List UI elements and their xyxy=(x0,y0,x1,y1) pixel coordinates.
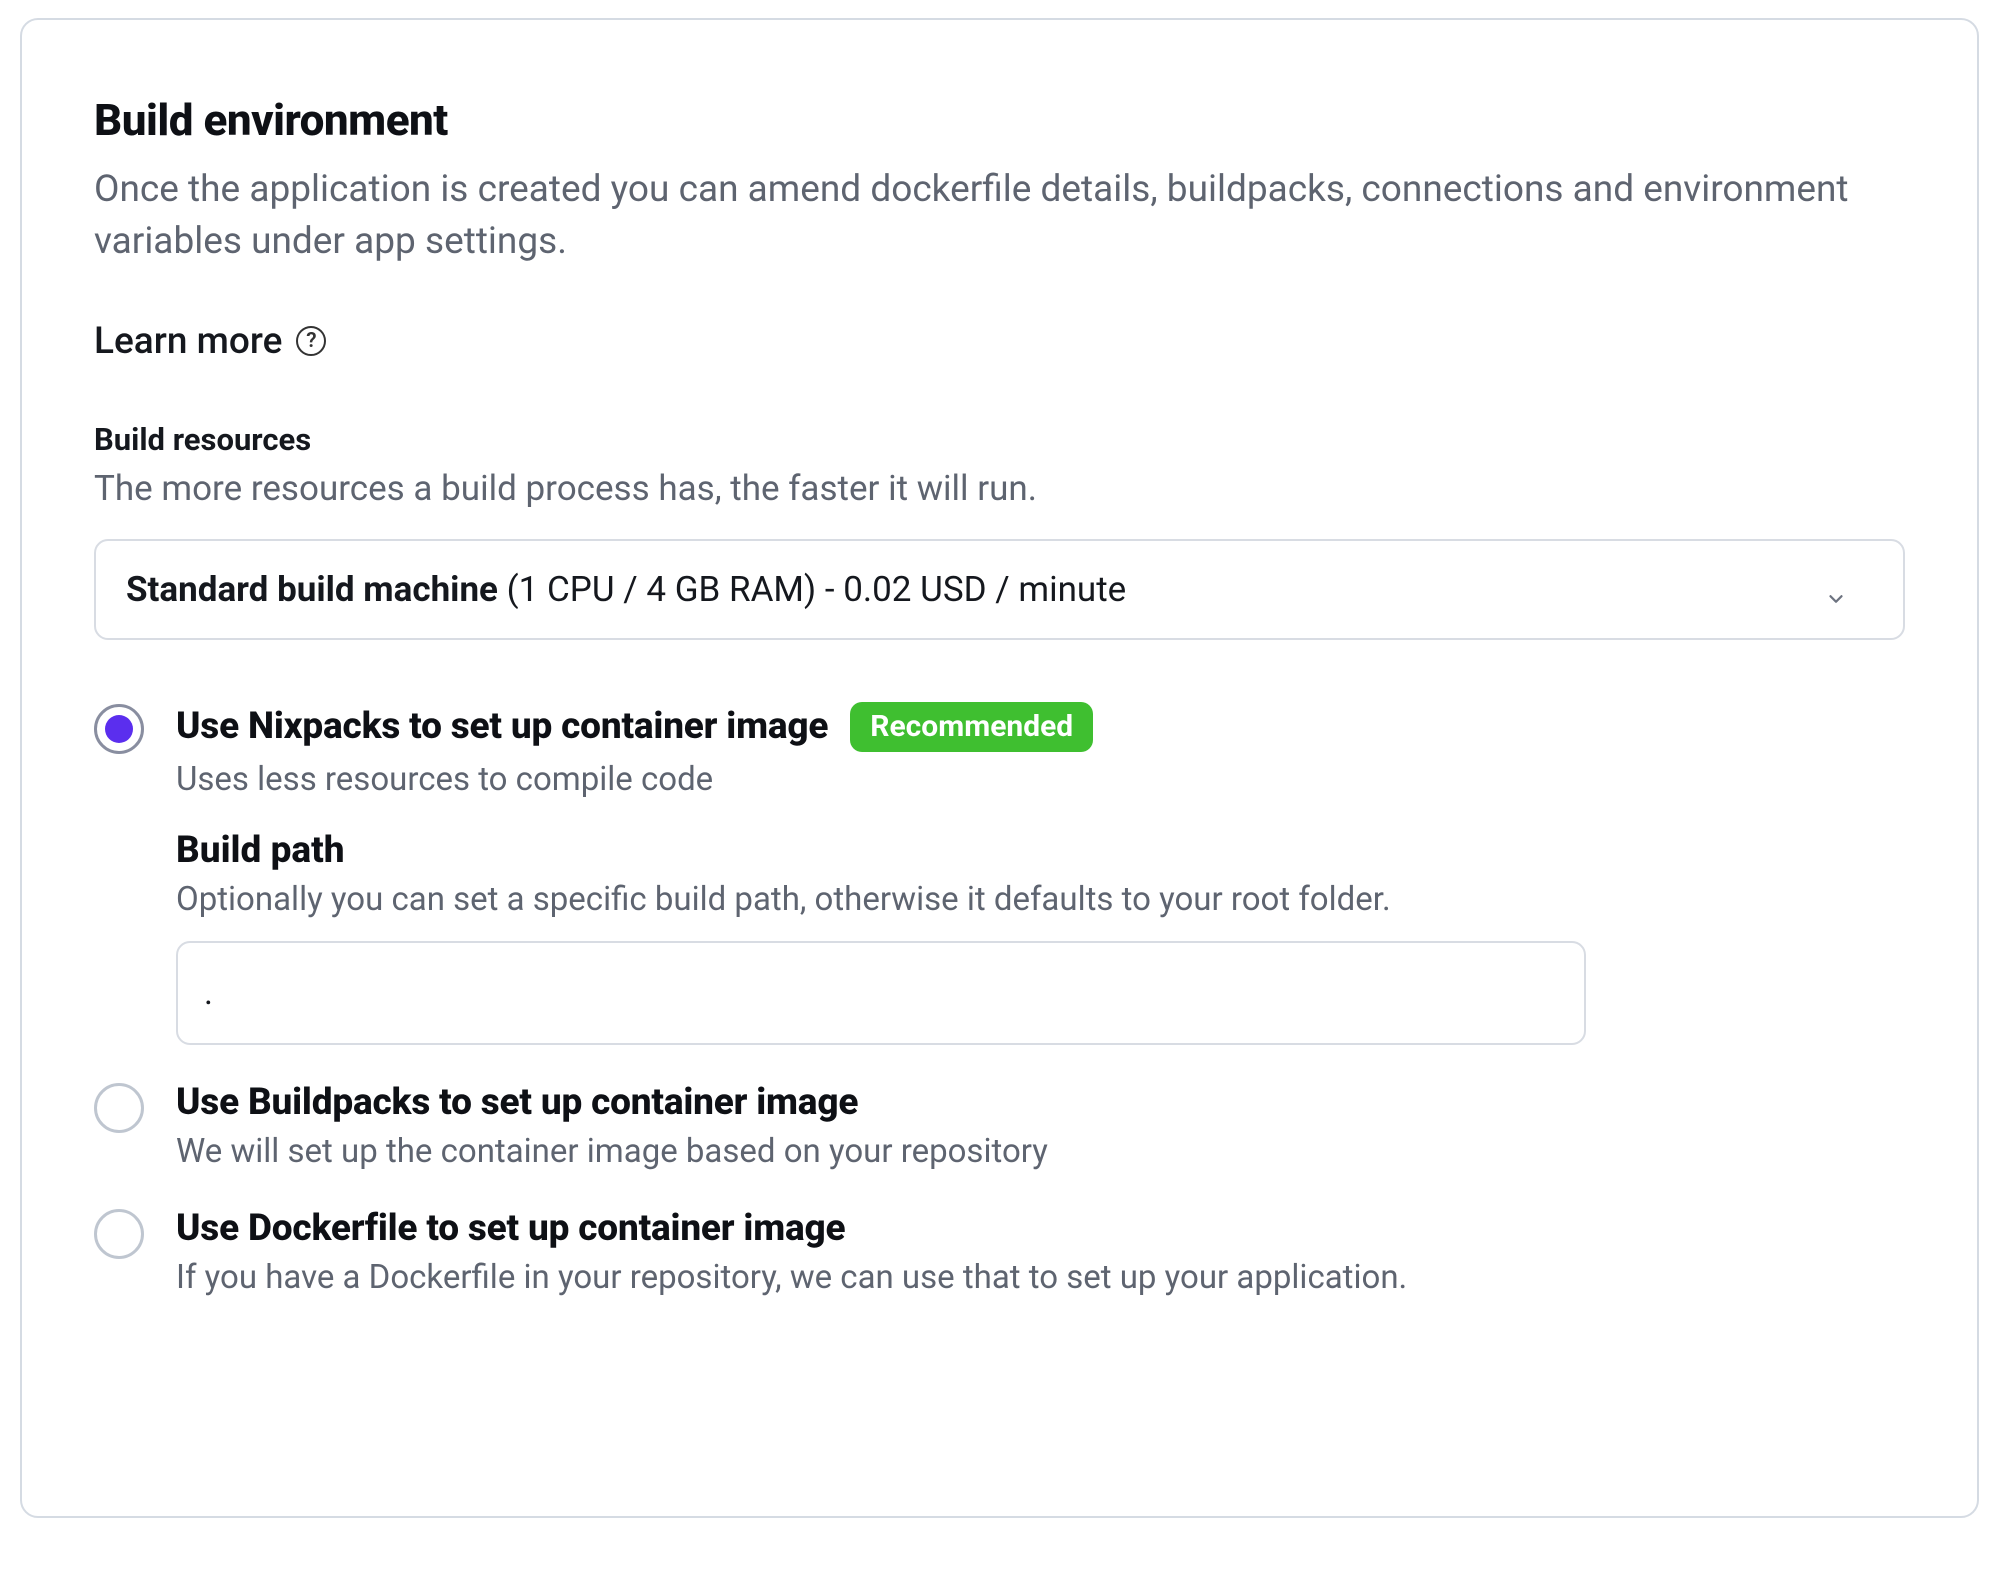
option-buildpacks[interactable]: Use Buildpacks to set up container image… xyxy=(94,1081,1905,1171)
chevron-down-icon xyxy=(1825,578,1847,600)
radio-dockerfile[interactable] xyxy=(94,1209,144,1259)
option-buildpacks-title: Use Buildpacks to set up container image xyxy=(176,1081,858,1124)
build-path-input[interactable] xyxy=(176,941,1586,1045)
option-nixpacks-description: Uses less resources to compile code xyxy=(176,760,1905,799)
help-icon: ? xyxy=(296,326,326,356)
build-environment-panel: Build environment Once the application i… xyxy=(20,18,1979,1518)
radio-dot-icon xyxy=(105,715,133,743)
build-method-options: Use Nixpacks to set up container image R… xyxy=(94,702,1905,1297)
build-path-title: Build path xyxy=(176,829,1905,872)
option-dockerfile[interactable]: Use Dockerfile to set up container image… xyxy=(94,1207,1905,1297)
build-resources-heading: Build resources xyxy=(94,421,1905,458)
option-buildpacks-description: We will set up the container image based… xyxy=(176,1132,1905,1171)
build-machine-selected-label: Standard build machine (1 CPU / 4 GB RAM… xyxy=(126,569,1126,610)
radio-nixpacks[interactable] xyxy=(94,704,144,754)
section-subtitle: Once the application is created you can … xyxy=(94,164,1874,268)
option-dockerfile-description: If you have a Dockerfile in your reposit… xyxy=(176,1258,1905,1297)
option-nixpacks-title: Use Nixpacks to set up container image xyxy=(176,705,828,748)
recommended-badge: Recommended xyxy=(850,702,1093,752)
option-nixpacks[interactable]: Use Nixpacks to set up container image R… xyxy=(94,702,1905,1045)
radio-buildpacks[interactable] xyxy=(94,1083,144,1133)
build-machine-select[interactable]: Standard build machine (1 CPU / 4 GB RAM… xyxy=(94,539,1905,640)
section-title: Build environment xyxy=(94,94,1905,146)
learn-more-label: Learn more xyxy=(94,320,282,363)
build-path-description: Optionally you can set a specific build … xyxy=(176,880,1905,919)
learn-more-link[interactable]: Learn more ? xyxy=(94,320,1905,363)
option-dockerfile-title: Use Dockerfile to set up container image xyxy=(176,1207,845,1250)
build-resources-description: The more resources a build process has, … xyxy=(94,468,1905,509)
build-path-block: Build path Optionally you can set a spec… xyxy=(176,829,1905,1045)
